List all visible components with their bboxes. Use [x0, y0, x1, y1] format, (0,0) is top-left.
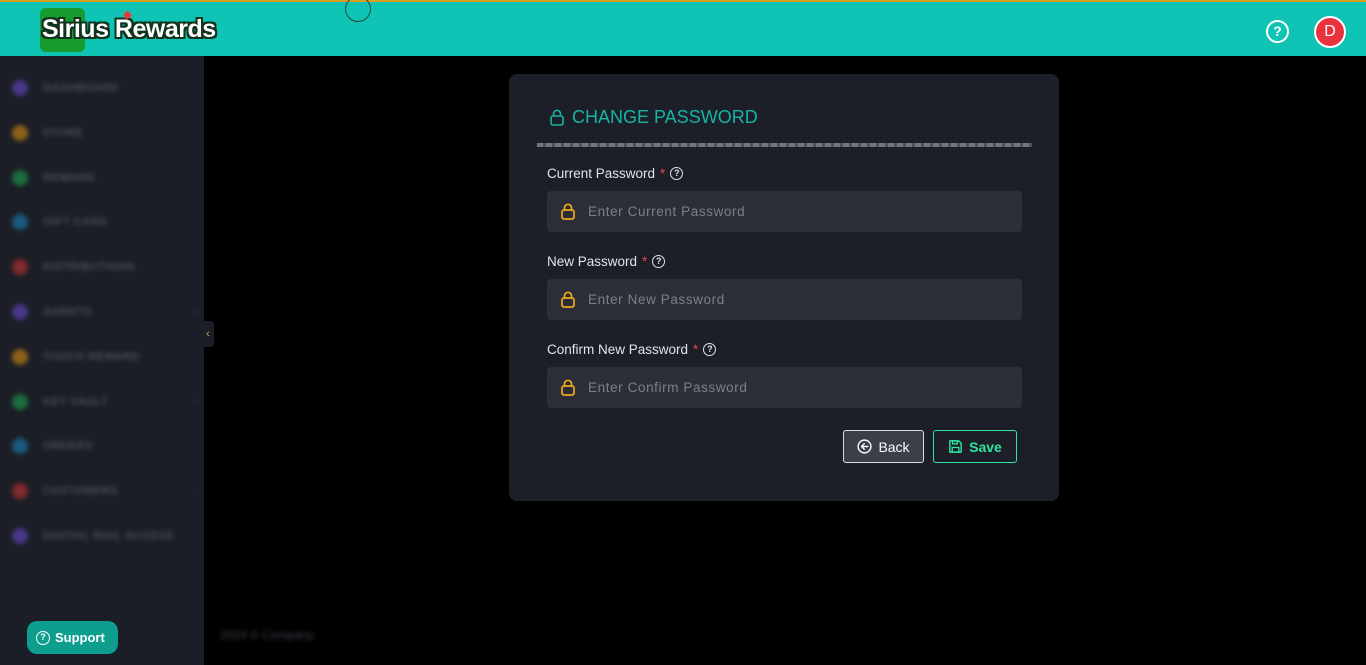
sidebar-collapse-chevron-left-icon[interactable]: ‹ — [202, 321, 214, 347]
new-password-label-text: New Password — [547, 254, 638, 269]
sidebar-item[interactable]: REWARD — [12, 168, 197, 188]
lock-icon — [561, 203, 575, 220]
sidebar-item[interactable]: AGENTS › — [12, 302, 197, 322]
sirius-rewards-logo[interactable]: Sirius Rewards ✸ — [36, 8, 222, 54]
sidebar-item[interactable]: ORDERS — [12, 436, 197, 456]
required-mark: * — [660, 166, 666, 181]
sidebar-item[interactable]: DASHBOARD — [12, 78, 197, 98]
sidebar-item-label: ORDERS — [43, 440, 94, 453]
back-button[interactable]: Back — [843, 430, 924, 463]
chevron-right-icon: › — [193, 485, 197, 498]
floppy-disk-icon — [949, 440, 962, 453]
sidebar-item-label: AGENTS — [43, 306, 92, 318]
page-title: CHANGE PASSWORD — [549, 107, 758, 128]
sidebar-item[interactable]: GIFT CARD — [12, 212, 197, 232]
sidebar-item-label: TOUCH REWARD — [43, 350, 140, 363]
new-password-field-wrap — [547, 279, 1022, 320]
nav-icon — [12, 80, 28, 96]
nav-icon — [12, 259, 28, 276]
nav-icon — [12, 348, 28, 365]
sidebar-item[interactable]: STORE — [12, 123, 197, 143]
question-circle-icon: ? — [36, 630, 50, 645]
sidebar-item-label: DIGITAL MAIL ACCESS — [43, 530, 174, 542]
lock-icon — [561, 291, 575, 308]
sidebar-item-label: DASHBOARD — [43, 82, 119, 94]
nav-icon — [12, 438, 28, 455]
confirm-password-label-text: Confirm New Password — [547, 342, 689, 357]
nav-icon — [12, 393, 28, 410]
logo-star-icon: ✸ — [122, 8, 133, 23]
nav-icon — [12, 304, 28, 320]
cursor-ring — [345, 0, 371, 22]
sidebar-item[interactable]: CUSTOMERS › — [12, 481, 197, 501]
nav-icon — [12, 124, 28, 141]
new-password-label: New Password * ? — [547, 254, 666, 269]
nav-icon — [12, 214, 28, 231]
required-mark: * — [693, 342, 699, 357]
sidebar-item[interactable]: DISTRIBUTIONS — [12, 257, 197, 277]
current-password-field-wrap — [547, 191, 1022, 232]
page-title-text: CHANGE PASSWORD — [572, 107, 758, 127]
sidebar-item[interactable]: TOUCH REWARD — [12, 347, 197, 367]
confirm-password-input[interactable] — [576, 367, 1022, 408]
chevron-right-icon: › — [193, 306, 197, 318]
save-button[interactable]: Save — [933, 430, 1017, 463]
help-icon[interactable]: ? — [1266, 20, 1289, 43]
footer-text: 2024 © Company — [220, 628, 314, 642]
sidebar-item[interactable]: DIGITAL MAIL ACCESS — [12, 526, 197, 546]
support-label: Support — [55, 630, 105, 645]
current-password-label-text: Current Password — [547, 166, 656, 181]
confirm-password-label: Confirm New Password * ? — [547, 342, 717, 357]
new-password-input[interactable] — [576, 279, 1022, 320]
lock-icon — [561, 379, 575, 396]
title-divider — [537, 143, 1032, 147]
chevron-right-icon: › — [193, 395, 197, 408]
support-button[interactable]: ? Support — [27, 621, 118, 654]
sidebar-item-label: CUSTOMERS — [43, 485, 118, 498]
nav-icon — [12, 169, 28, 186]
required-mark: * — [642, 254, 648, 269]
sidebar-item-label: DISTRIBUTIONS — [43, 261, 136, 274]
sidebar-item[interactable]: KEY VAULT › — [12, 392, 197, 412]
lock-icon — [550, 109, 564, 126]
sidebar-item-label: STORE — [43, 126, 84, 139]
save-label: Save — [969, 438, 1002, 455]
back-label: Back — [878, 438, 910, 455]
arrow-left-circle-icon — [857, 439, 873, 454]
confirm-password-field-wrap — [547, 367, 1022, 408]
sidebar-item-label: GIFT CARD — [43, 216, 108, 229]
help-circle-icon[interactable]: ? — [703, 343, 717, 356]
current-password-input[interactable] — [576, 191, 1022, 232]
sidebar: DASHBOARD STORE REWARD GIFT CARD DISTRIBUTIO… — [0, 56, 204, 665]
help-circle-icon[interactable]: ? — [652, 255, 666, 268]
avatar[interactable]: D — [1314, 16, 1346, 48]
top-bar: Sirius Rewards ✸ ? D — [0, 0, 1366, 56]
nav-icon — [12, 483, 28, 500]
current-password-label: Current Password * ? — [547, 166, 684, 181]
change-password-card: CHANGE PASSWORD Current Password * ? New… — [509, 74, 1059, 501]
nav-icon — [12, 528, 28, 544]
sidebar-item-label: REWARD — [43, 171, 95, 184]
sidebar-item-label: KEY VAULT — [43, 395, 109, 408]
help-circle-icon[interactable]: ? — [670, 167, 684, 180]
